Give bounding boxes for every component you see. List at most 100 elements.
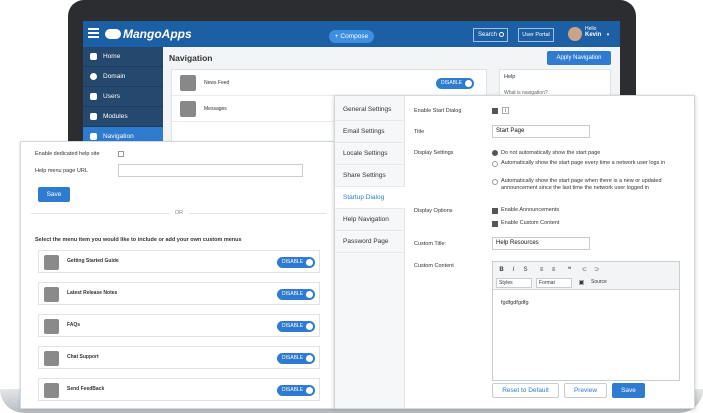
- menu-item-label: FAQs: [67, 322, 81, 328]
- display-settings-label: Display Settings: [414, 150, 454, 156]
- cube-icon: [90, 113, 97, 120]
- compose-button[interactable]: + Compose: [329, 30, 374, 43]
- menu-item-row[interactable]: Getting Started Guide DISABLE: [38, 250, 320, 273]
- sidebar-item-label: Domain: [103, 73, 126, 80]
- preview-button[interactable]: Preview: [564, 383, 607, 398]
- menu-item-label: Getting Started Guide: [67, 258, 119, 264]
- title-input[interactable]: Start Page: [492, 125, 590, 138]
- tab-email-settings[interactable]: Email Settings: [335, 121, 405, 143]
- enable-announcements-checkbox[interactable]: [492, 208, 498, 214]
- menu-item-label: Send FeedBack: [67, 386, 105, 392]
- tab-general-settings[interactable]: General Settings: [335, 99, 405, 121]
- sidebar-item-label: Navigation: [103, 133, 134, 140]
- search-label: Search: [478, 32, 498, 38]
- menu-item-row[interactable]: Send FeedBack DISABLE: [38, 378, 320, 401]
- numbered-list-icon[interactable]: ≡: [536, 265, 547, 275]
- sidebar-item-label: Modules: [103, 113, 128, 120]
- disable-toggle[interactable]: DISABLE: [277, 257, 315, 268]
- styles-label: Styles: [499, 280, 513, 286]
- strikethrough-icon[interactable]: S: [520, 265, 531, 275]
- faq-icon: [44, 319, 59, 334]
- logo-text: MangoApps: [123, 27, 192, 41]
- disable-toggle[interactable]: DISABLE: [277, 289, 315, 300]
- bold-icon[interactable]: B: [496, 265, 507, 275]
- menu-item-row[interactable]: FAQs DISABLE: [38, 314, 320, 337]
- save-button[interactable]: Save: [612, 383, 645, 398]
- editor-content[interactable]: fgdfgdfgdfg: [501, 300, 529, 306]
- toggle-label: DISABLE: [282, 259, 304, 265]
- unlink-icon[interactable]: ⊃: [591, 265, 602, 275]
- display-radio-1[interactable]: [492, 150, 498, 156]
- toggle-label: DISABLE: [441, 80, 463, 86]
- enable-custom-content-checkbox[interactable]: [492, 221, 498, 227]
- sidebar-item-users[interactable]: Users: [83, 87, 163, 107]
- page-title: Navigation: [169, 53, 213, 63]
- cloud-logo-icon: [105, 29, 121, 39]
- bullet-list-icon[interactable]: ≡: [548, 265, 559, 275]
- tab-share-settings[interactable]: Share Settings: [335, 165, 405, 187]
- list-item[interactable]: News Feed DISABLE: [172, 70, 488, 96]
- toggle-knob: [306, 355, 313, 362]
- display-option-3: Automatically show the start page when t…: [501, 178, 662, 191]
- toggle-knob: [306, 323, 313, 330]
- save-button[interactable]: Save: [38, 187, 70, 202]
- toggle-knob: [306, 291, 313, 298]
- avatar[interactable]: [568, 27, 582, 41]
- custom-title-input[interactable]: Help Resources: [492, 237, 590, 250]
- menu-item-label: Chat Support: [67, 354, 99, 360]
- link-icon[interactable]: ⊂: [579, 265, 590, 275]
- hamburger-menu-icon[interactable]: [88, 28, 99, 30]
- italic-icon[interactable]: I: [508, 265, 519, 275]
- chevron-down-icon: ▾: [606, 32, 610, 38]
- styles-dropdown[interactable]: Styles: [496, 278, 532, 288]
- list-icon: [90, 133, 97, 140]
- disable-toggle[interactable]: DISABLE: [436, 78, 474, 89]
- help-url-input[interactable]: [118, 164, 303, 177]
- custom-content-label: Custom Content: [414, 263, 454, 269]
- tab-locale-settings[interactable]: Locale Settings: [335, 143, 405, 165]
- source-button[interactable]: Source: [589, 278, 619, 288]
- toggle-label: DISABLE: [282, 291, 304, 297]
- disable-toggle[interactable]: DISABLE: [277, 321, 315, 332]
- user-portal-button[interactable]: User Portal: [518, 28, 554, 42]
- rich-text-editor[interactable]: B I S ≡ ≡ ❝ ⊂ ⊃ Styles Format ▣ Source f…: [492, 261, 680, 381]
- source-label: Source: [591, 279, 607, 285]
- quote-icon[interactable]: ❝: [564, 265, 575, 275]
- toggle-label: DISABLE: [282, 323, 304, 329]
- messages-icon: [180, 101, 196, 117]
- tab-startup-dialog[interactable]: Startup Dialog: [335, 187, 405, 209]
- disable-toggle[interactable]: DISABLE: [277, 385, 315, 396]
- menu-item-row[interactable]: Latest Release Notes DISABLE: [38, 282, 320, 305]
- sidebar-item-domain[interactable]: Domain: [83, 67, 163, 87]
- search-icon: [499, 32, 504, 37]
- enable-help-site-checkbox[interactable]: [118, 151, 124, 157]
- paste-icon[interactable]: ▣: [576, 278, 587, 288]
- info-icon[interactable]: i: [502, 107, 509, 114]
- menu-item-row[interactable]: Chat Support DISABLE: [38, 346, 320, 369]
- enable-announcements-label: Enable Announcements: [501, 207, 560, 213]
- enable-start-dialog-checkbox[interactable]: [492, 108, 498, 114]
- enable-custom-content-label: Enable Custom Content: [501, 220, 560, 226]
- app-logo[interactable]: MangoApps: [105, 24, 192, 44]
- list-item-label: News Feed: [204, 80, 230, 86]
- startup-dialog-panel: General Settings Email Settings Locale S…: [334, 95, 695, 409]
- custom-title-label: Custom Title:: [414, 241, 447, 247]
- tab-help-navigation[interactable]: Help Navigation: [335, 209, 405, 231]
- sidebar-item-label: Users: [103, 93, 120, 100]
- disable-toggle[interactable]: DISABLE: [277, 353, 315, 364]
- search-button[interactable]: Search: [473, 28, 508, 42]
- sidebar-item-home[interactable]: Home: [83, 47, 163, 67]
- toggle-knob: [306, 259, 313, 266]
- format-label: Format: [539, 280, 555, 286]
- display-radio-3[interactable]: [492, 179, 498, 185]
- sidebar-item-modules[interactable]: Modules: [83, 107, 163, 127]
- tab-password-page[interactable]: Password Page: [335, 231, 405, 253]
- home-icon: [90, 53, 97, 60]
- toggle-label: DISABLE: [282, 387, 304, 393]
- display-radio-2[interactable]: [492, 161, 498, 167]
- apply-navigation-button[interactable]: Apply Navigation: [547, 51, 611, 65]
- user-greeting[interactable]: Hello Kevin ▾: [585, 26, 609, 38]
- format-dropdown[interactable]: Format: [536, 278, 572, 288]
- reset-to-default-button[interactable]: Reset to Default: [492, 383, 559, 398]
- enable-start-dialog-label: Enable Start Dialog: [414, 108, 462, 114]
